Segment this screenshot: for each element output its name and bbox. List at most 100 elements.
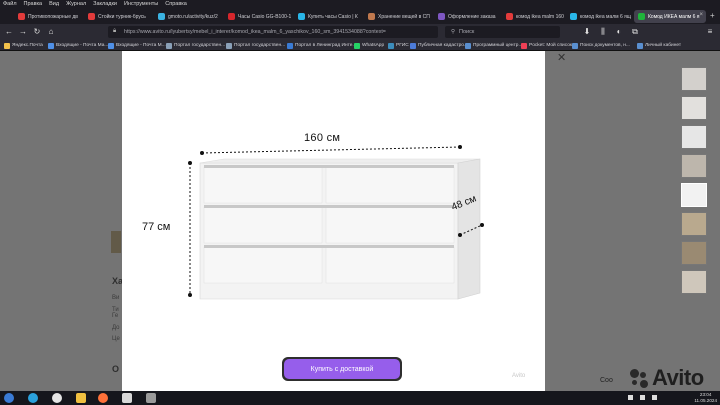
- bookmark-item[interactable]: Pocket: Мой список: [521, 41, 572, 50]
- downloads-icon[interactable]: ⬇: [582, 27, 592, 37]
- avito-logo: Avito: [652, 365, 704, 390]
- tab-active[interactable]: Комод ИКЕА малм 6 я ×: [634, 10, 706, 23]
- tab-close-icon[interactable]: ×: [699, 12, 703, 18]
- image-watermark: Avito: [512, 373, 526, 379]
- bookmark-item[interactable]: Входящие - Почта Ма...: [48, 41, 108, 50]
- gallery-thumbnail[interactable]: [111, 231, 121, 253]
- tab-label: gmoto.ru/activity/kuz/2: [168, 13, 218, 20]
- buy-with-delivery-button[interactable]: Купить с доставкой: [282, 357, 402, 381]
- width-label: 160 см: [304, 132, 341, 144]
- tray-icon[interactable]: [628, 395, 633, 400]
- search-icon: ⚲: [451, 29, 456, 35]
- tab-label: комод ikea малм 6 ящ: [580, 13, 631, 20]
- tab-3[interactable]: Часы Casio GG-B100-1: [224, 10, 292, 23]
- clock-date: 11.05.2024: [694, 398, 717, 403]
- bookmark-item[interactable]: WhatsApp: [354, 41, 384, 50]
- thumbnail[interactable]: [681, 125, 707, 149]
- forward-icon[interactable]: →: [18, 27, 28, 37]
- telegram-icon[interactable]: [28, 393, 38, 403]
- bookmark-icon: [465, 42, 471, 49]
- tab-0[interactable]: Противопожарные дв: [14, 10, 82, 23]
- new-tab-icon[interactable]: +: [710, 11, 715, 20]
- tab-favicon-icon: [228, 13, 235, 20]
- bookmark-item[interactable]: Публичная кадастро...: [410, 41, 468, 50]
- system-clock[interactable]: 23:04 11.05.2024: [694, 392, 717, 404]
- bookmark-item[interactable]: Программный центр...: [465, 41, 522, 50]
- thumbnail[interactable]: [681, 241, 707, 265]
- bookmark-icon: [287, 42, 293, 49]
- tab-strip: Противопожарные дв Стойки турник-брусь g…: [0, 9, 720, 24]
- tab-label: комод ikea malm 160: [516, 13, 564, 20]
- tab-7[interactable]: комод ikea malm 160: [502, 10, 564, 23]
- thumbnail[interactable]: [681, 212, 707, 236]
- bookmark-icon: [388, 42, 394, 49]
- bookmark-item[interactable]: Поиск документов, н...: [572, 41, 630, 50]
- menu-history[interactable]: Журнал: [66, 0, 86, 9]
- thumbnail[interactable]: [681, 270, 707, 294]
- dresser-image: [188, 145, 484, 300]
- spec-line: Це: [112, 336, 120, 342]
- folder-icon[interactable]: [76, 393, 86, 403]
- close-icon[interactable]: ✕: [557, 51, 566, 64]
- tab-label: Стойки турник-брусь: [98, 13, 146, 20]
- bookmark-item[interactable]: Портал государствен...: [226, 41, 285, 50]
- tab-favicon-icon: [88, 13, 95, 20]
- image-viewer: 160 см 77 см 48 см: [122, 51, 545, 391]
- reload-icon[interactable]: ↻: [32, 27, 42, 37]
- bookmark-icon: [166, 42, 172, 49]
- tab-label: Часы Casio GG-B100-1: [238, 13, 292, 20]
- library-icon[interactable]: ⫼: [598, 27, 608, 37]
- menu-view[interactable]: Вид: [49, 0, 59, 9]
- tab-5[interactable]: Хранение вещей в СП: [364, 10, 432, 23]
- tab-8[interactable]: комод ikea малм 6 ящ: [566, 10, 632, 23]
- bookmark-item[interactable]: РГИС: [388, 41, 409, 50]
- network-icon[interactable]: [640, 395, 645, 400]
- bookmark-icon: [410, 42, 416, 49]
- menu-bookmarks[interactable]: Закладки: [93, 0, 117, 9]
- bookmark-item[interactable]: Входящие - Почта М...: [108, 41, 166, 50]
- thumbnail[interactable]: [681, 96, 707, 120]
- menu-icon[interactable]: ≡: [705, 27, 715, 37]
- tab-favicon-icon: [438, 13, 445, 20]
- address-bar[interactable]: 🔒︎ https://www.avito.ru/lyubertsy/mebel_…: [108, 26, 438, 38]
- tab-label: Комод ИКЕА малм 6 я: [648, 13, 700, 20]
- yandex-icon[interactable]: [52, 393, 62, 403]
- tab-2[interactable]: gmoto.ru/activity/kuz/2: [154, 10, 222, 23]
- bookmark-icon: [4, 42, 10, 49]
- extensions-icon[interactable]: ⧉: [630, 27, 640, 37]
- tab-favicon-icon: [506, 13, 513, 20]
- tab-1[interactable]: Стойки турник-брусь: [84, 10, 152, 23]
- volume-icon[interactable]: [652, 395, 657, 400]
- tab-favicon-icon: [570, 13, 577, 20]
- thumbnail[interactable]: [681, 67, 707, 91]
- bookmark-item[interactable]: Портал государствен...: [166, 41, 225, 50]
- home-icon[interactable]: ⌂: [46, 27, 56, 37]
- firefox-icon[interactable]: [98, 393, 108, 403]
- navigation-bar: ← → ↻ ⌂ 🔒︎ https://www.avito.ru/lyuberts…: [0, 24, 720, 40]
- pdf-icon[interactable]: [122, 393, 132, 403]
- thumbnail[interactable]: [681, 154, 707, 178]
- bookmark-item[interactable]: Портал в Ленинград Инте...: [287, 41, 356, 50]
- buy-button-label: Купить с доставкой: [284, 359, 400, 379]
- search-placeholder: Поиск: [459, 29, 475, 35]
- search-box[interactable]: ⚲ Поиск: [445, 26, 560, 38]
- bookmark-icon: [572, 42, 578, 49]
- page-viewport: Ха Ви Ти Ге До Це О 160 см 77 см 48 см ✕…: [0, 51, 720, 391]
- menu-help[interactable]: Справка: [165, 0, 187, 9]
- tab-favicon-icon: [18, 13, 25, 20]
- thumbnail-active[interactable]: [681, 183, 707, 207]
- menu-tools[interactable]: Инструменты: [124, 0, 158, 9]
- bookmark-item[interactable]: Яндекс.Почта: [4, 41, 43, 50]
- start-icon[interactable]: [4, 393, 14, 403]
- account-icon[interactable]: ◐: [614, 27, 624, 37]
- menu-bar: Файл Правка Вид Журнал Закладки Инструме…: [0, 0, 720, 9]
- bookmark-icon: [637, 42, 643, 49]
- menu-file[interactable]: Файл: [3, 0, 17, 9]
- bookmark-item[interactable]: Личный кабинет: [637, 41, 681, 50]
- pocket-icon: [521, 42, 527, 49]
- calculator-icon[interactable]: [146, 393, 156, 403]
- menu-edit[interactable]: Правка: [24, 0, 43, 9]
- tab-4[interactable]: Купить часы Casio | К: [294, 10, 362, 23]
- back-icon[interactable]: ←: [4, 27, 14, 37]
- tab-6[interactable]: Оформление заказа: [434, 10, 500, 23]
